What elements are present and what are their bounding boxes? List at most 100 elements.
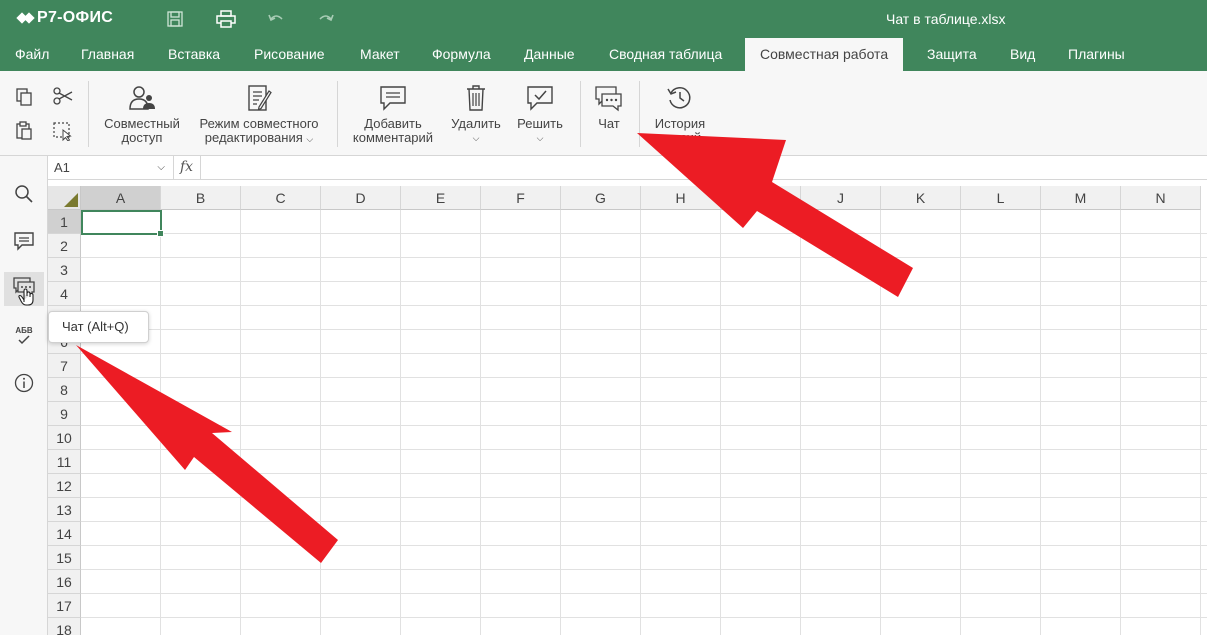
co-edit-mode-button[interactable]: Режим совместного редактирования ⌵: [193, 83, 325, 146]
add-comment-button[interactable]: Добавить комментарий: [346, 83, 440, 145]
tab-collaboration[interactable]: Совместная работа: [745, 38, 904, 71]
tab-layout[interactable]: Макет: [345, 38, 415, 71]
document-title: Чат в таблице.xlsx: [886, 11, 1006, 27]
chevron-down-icon: ⌵: [536, 133, 544, 143]
chevron-down-icon: ⌵: [157, 162, 165, 173]
row-header-2[interactable]: 2: [48, 234, 81, 258]
chevron-down-icon: ⌵: [472, 133, 480, 143]
column-header-m[interactable]: M: [1041, 186, 1121, 210]
chat-tooltip: Чат (Alt+Q): [48, 311, 149, 343]
selected-cell[interactable]: [81, 210, 164, 237]
tab-protection[interactable]: Защита: [912, 38, 992, 71]
add-comment-icon: [346, 83, 440, 113]
print-icon[interactable]: [216, 10, 236, 28]
spellcheck-text: АБВ: [15, 325, 33, 335]
tab-pivot-table[interactable]: Сводная таблица: [594, 38, 737, 71]
function-icon[interactable]: fx: [180, 159, 193, 175]
paste-icon[interactable]: [14, 121, 36, 143]
tab-formula[interactable]: Формула: [417, 38, 506, 71]
cell-reference: A1: [54, 160, 70, 175]
trash-icon: [446, 83, 506, 113]
row-header-15[interactable]: 15: [48, 546, 81, 570]
row-header-11[interactable]: 11: [48, 450, 81, 474]
chat-icon[interactable]: [4, 272, 44, 306]
row-header-7[interactable]: 7: [48, 354, 81, 378]
tab-data[interactable]: Данные: [509, 38, 590, 71]
row-header-13[interactable]: 13: [48, 498, 81, 522]
search-icon[interactable]: [10, 181, 38, 207]
formula-separator: [200, 156, 201, 179]
delete-comment-button[interactable]: Удалить ⌵: [446, 83, 506, 145]
add-comment-label-1: Добавить: [364, 116, 422, 131]
left-sidebar: АБВ: [0, 156, 48, 635]
co-edit-mode-label-1: Режим совместного: [199, 116, 319, 131]
formula-input[interactable]: [206, 158, 1196, 178]
row-header-16[interactable]: 16: [48, 570, 81, 594]
sharing-icon: [97, 83, 187, 113]
row-header-18[interactable]: 18: [48, 618, 81, 635]
co-access-label-2: доступ: [121, 130, 163, 145]
column-header-e[interactable]: E: [401, 186, 481, 210]
formula-bar: A1 ⌵ fx: [48, 156, 1207, 180]
delete-label: Удалить: [451, 116, 501, 131]
row-header-10[interactable]: 10: [48, 426, 81, 450]
comments-icon[interactable]: [10, 228, 38, 254]
info-icon[interactable]: [10, 370, 38, 396]
chat-button[interactable]: Чат: [589, 83, 629, 131]
row-header-14[interactable]: 14: [48, 522, 81, 546]
tab-insert[interactable]: Вставка: [153, 38, 235, 71]
tab-file[interactable]: Файл: [0, 38, 64, 71]
resolve-comment-button[interactable]: Решить ⌵: [511, 83, 569, 145]
ribbon-separator: [639, 81, 640, 147]
ribbon-separator: [88, 81, 89, 147]
column-header-c[interactable]: C: [241, 186, 321, 210]
column-header-n[interactable]: N: [1121, 186, 1201, 210]
column-header-b[interactable]: B: [161, 186, 241, 210]
column-header-g[interactable]: G: [561, 186, 641, 210]
cell-area[interactable]: [81, 210, 1207, 635]
chevron-down-icon: ⌵: [306, 134, 314, 144]
column-header-j[interactable]: J: [801, 186, 881, 210]
title-bar: Р7-ОФИС Чат в таблице.xlsx: [0, 0, 1207, 38]
chat-label: Чат: [598, 116, 620, 131]
redo-icon[interactable]: [317, 10, 337, 28]
row-header-17[interactable]: 17: [48, 594, 81, 618]
tab-plugins[interactable]: Плагины: [1053, 38, 1140, 71]
cut-icon[interactable]: [52, 86, 74, 108]
add-comment-label-2: комментарий: [352, 130, 434, 145]
column-header-i[interactable]: I: [721, 186, 801, 210]
column-header-l[interactable]: L: [961, 186, 1041, 210]
resolve-icon: [511, 83, 569, 113]
copy-icon[interactable]: [14, 87, 36, 109]
version-history-label-1: История: [654, 116, 706, 131]
undo-icon[interactable]: [267, 10, 287, 28]
row-header-1[interactable]: 1: [48, 210, 81, 234]
select-all-corner[interactable]: [48, 186, 81, 210]
co-access-button[interactable]: Совместный доступ: [97, 83, 187, 145]
tab-home[interactable]: Главная: [66, 38, 149, 71]
ribbon-toolbar: Совместный доступ Режим совместного реда…: [0, 71, 1207, 156]
spellcheck-icon[interactable]: АБВ: [10, 322, 38, 348]
select-all-icon[interactable]: [52, 121, 74, 143]
column-header-k[interactable]: K: [881, 186, 961, 210]
version-history-label-2: версий: [658, 130, 702, 145]
column-header-d[interactable]: D: [321, 186, 401, 210]
logo-text: Р7-ОФИС: [37, 9, 114, 26]
resolve-label: Решить: [517, 116, 563, 131]
row-header-3[interactable]: 3: [48, 258, 81, 282]
row-header-8[interactable]: 8: [48, 378, 81, 402]
save-icon[interactable]: [166, 10, 186, 28]
column-header-h[interactable]: H: [641, 186, 721, 210]
row-header-4[interactable]: 4: [48, 282, 81, 306]
tab-view[interactable]: Вид: [995, 38, 1050, 71]
tab-draw[interactable]: Рисование: [239, 38, 340, 71]
column-header-f[interactable]: F: [481, 186, 561, 210]
row-header-12[interactable]: 12: [48, 474, 81, 498]
logo-icon: [16, 11, 35, 25]
row-header-9[interactable]: 9: [48, 402, 81, 426]
spreadsheet-grid[interactable]: ABCDEFGHIJKLMN 1234567891011121314151617…: [48, 186, 1207, 635]
column-header-a[interactable]: A: [81, 186, 161, 210]
version-history-button[interactable]: История версий: [648, 83, 712, 145]
name-box[interactable]: A1 ⌵: [48, 156, 174, 179]
menu-tabs: Файл Главная Вставка Рисование Макет Фор…: [0, 38, 1207, 71]
